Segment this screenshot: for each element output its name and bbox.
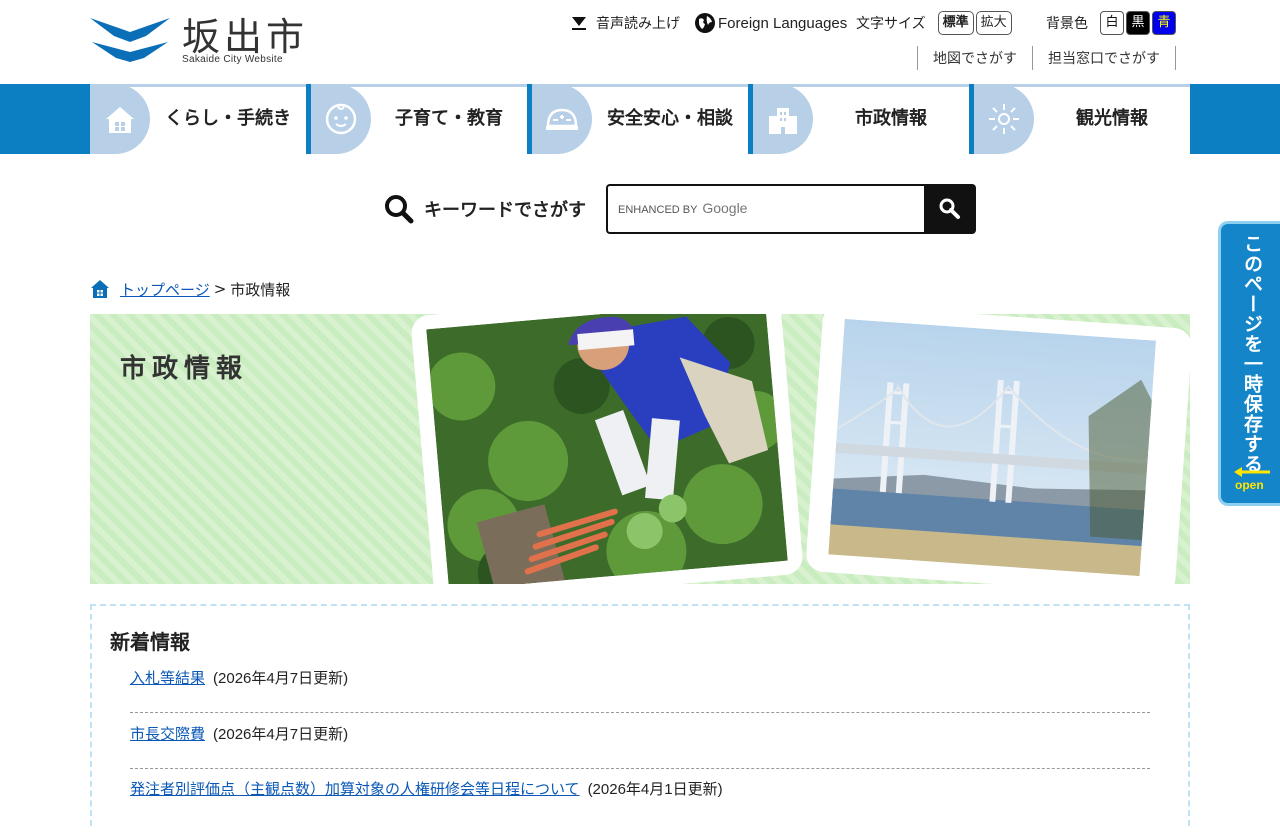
nav-item-safety[interactable]: 安全安心・相談 bbox=[532, 84, 748, 154]
google-text: Google bbox=[702, 200, 748, 216]
news-item: 発注者別評価点（主観点数）加算対象の人権研修会等日程について (2026年4月1日… bbox=[130, 779, 1150, 835]
font-size-label: 文字サイズ bbox=[856, 16, 926, 32]
open-label: open bbox=[1235, 478, 1264, 492]
nav-label: 市政情報 bbox=[855, 108, 927, 129]
helmet-icon bbox=[546, 108, 578, 130]
nav-item-childcare[interactable]: 子育て・教育 bbox=[311, 84, 527, 154]
down-arrow-icon bbox=[572, 17, 586, 30]
search-icon bbox=[939, 198, 960, 219]
secondary-links: 地図でさがす 担当窓口でさがす bbox=[917, 45, 1176, 71]
building-icon bbox=[769, 108, 797, 134]
farmer-carrot-image bbox=[426, 314, 788, 584]
enhanced-by-text: ENHANCED BY bbox=[618, 204, 698, 216]
news-item-link[interactable]: 市長交際費 bbox=[130, 726, 205, 743]
background-color-label: 背景色 bbox=[1046, 16, 1088, 32]
bg-black-button[interactable]: 黒 bbox=[1126, 11, 1150, 35]
nav-label: 観光情報 bbox=[1076, 108, 1148, 129]
bg-blue-button[interactable]: 青 bbox=[1152, 11, 1176, 35]
keyword-search-text: キーワードでさがす bbox=[424, 200, 586, 221]
house-icon bbox=[106, 107, 134, 133]
audio-read-label: 音声読み上げ bbox=[596, 16, 680, 32]
nav-item-living[interactable]: くらし・手続き bbox=[90, 84, 306, 154]
foreign-languages-link[interactable]: Foreign Languages bbox=[694, 10, 847, 36]
left-arrow-icon bbox=[1234, 467, 1270, 477]
globe-icon bbox=[695, 13, 715, 33]
nav-item-city-info[interactable]: 市政情報 bbox=[753, 84, 969, 154]
nav-icon-bg bbox=[311, 84, 371, 154]
news-item: 市長交際費 (2026年4月7日更新) bbox=[130, 724, 1150, 780]
nav-icon-bg bbox=[974, 84, 1034, 154]
site-subtitle: Sakaide City Website bbox=[182, 54, 283, 65]
breadcrumb-current: 市政情報 bbox=[230, 280, 291, 299]
news-item-link[interactable]: 入札等結果 bbox=[130, 670, 205, 687]
save-page-tab[interactable]: このページを一時保存する open bbox=[1218, 221, 1280, 506]
site-logo[interactable]: 坂出市 Sakaide City Website bbox=[90, 12, 310, 72]
magnifier-icon bbox=[385, 195, 414, 224]
farmer-photo bbox=[410, 314, 804, 584]
news-item-date: (2026年4月7日更新) bbox=[213, 670, 349, 687]
site-header: 坂出市 Sakaide City Website 音声読み上げ Foreign … bbox=[0, 0, 1280, 84]
bridge-image bbox=[828, 318, 1157, 577]
foreign-languages-label: Foreign Languages bbox=[718, 14, 848, 32]
nav-label: 安全安心・相談 bbox=[607, 108, 733, 129]
page-banner: 市政情報 bbox=[90, 314, 1190, 584]
keyword-search-label: キーワードでさがす bbox=[384, 194, 586, 224]
search-button[interactable] bbox=[924, 184, 976, 234]
nav-icon-bg bbox=[90, 84, 150, 154]
news-item: 入札等結果 (2026年4月7日更新) bbox=[130, 668, 1150, 724]
nav-item-tourism[interactable]: 観光情報 bbox=[974, 84, 1190, 154]
save-page-text: このページを一時保存する bbox=[1241, 234, 1263, 474]
news-item-text: 発注者別評価点（主観点数）加算対象の人権研修会等日程について (2026年4月1日… bbox=[130, 779, 723, 801]
page-title: 市政情報 bbox=[120, 354, 249, 384]
map-search-link[interactable]: 地図でさがす bbox=[918, 48, 1032, 68]
bg-white-button[interactable]: 白 bbox=[1100, 11, 1124, 35]
breadcrumb-home-link[interactable]: トップページ bbox=[120, 279, 210, 300]
news-item-date: (2026年4月7日更新) bbox=[213, 726, 349, 743]
news-item-text: 入札等結果 (2026年4月7日更新) bbox=[130, 668, 348, 690]
news-heading: 新着情報 bbox=[110, 630, 190, 654]
divider bbox=[130, 712, 1150, 713]
nav-label: 子育て・教育 bbox=[395, 108, 503, 129]
font-size-standard-button[interactable]: 標準 bbox=[937, 11, 974, 35]
nav-icon-bg bbox=[753, 84, 813, 154]
audio-read-link[interactable]: 音声読み上げ bbox=[570, 10, 680, 36]
search-placeholder: ENHANCED BY Google bbox=[618, 200, 747, 216]
font-size-control: 文字サイズ 標準 拡大 bbox=[856, 10, 1012, 36]
breadcrumb-separator: > bbox=[213, 280, 227, 298]
sparkle-icon bbox=[989, 104, 1019, 134]
divider bbox=[1175, 46, 1176, 70]
news-section: 新着情報 入札等結果 (2026年4月7日更新) 市長交際費 (2026年4月7日更… bbox=[90, 604, 1190, 826]
site-name: 坂出市 bbox=[182, 15, 309, 59]
nav-icon-bg bbox=[532, 84, 592, 154]
city-emblem-icon bbox=[90, 18, 170, 62]
font-size-large-button[interactable]: 拡大 bbox=[975, 11, 1012, 35]
dept-search-link[interactable]: 担当窓口でさがす bbox=[1033, 48, 1175, 68]
news-item-text: 市長交際費 (2026年4月7日更新) bbox=[130, 724, 348, 746]
news-item-link[interactable]: 発注者別評価点（主観点数）加算対象の人権研修会等日程について bbox=[130, 781, 580, 798]
search-input[interactable]: ENHANCED BY Google bbox=[606, 184, 926, 234]
nav-label: くらし・手続き bbox=[165, 108, 291, 129]
news-item-date: (2026年4月1日更新) bbox=[587, 781, 723, 798]
baby-icon bbox=[325, 103, 357, 135]
divider bbox=[130, 768, 1150, 769]
breadcrumb: トップページ > 市政情報 bbox=[90, 278, 290, 300]
background-color-control: 背景色 白 黒 青 bbox=[1046, 10, 1176, 36]
bridge-photo bbox=[805, 314, 1190, 584]
global-nav: くらし・手続き 子育て・教育 安全安心・相談 市政情報 観光情報 bbox=[0, 84, 1280, 154]
home-icon bbox=[91, 280, 109, 298]
